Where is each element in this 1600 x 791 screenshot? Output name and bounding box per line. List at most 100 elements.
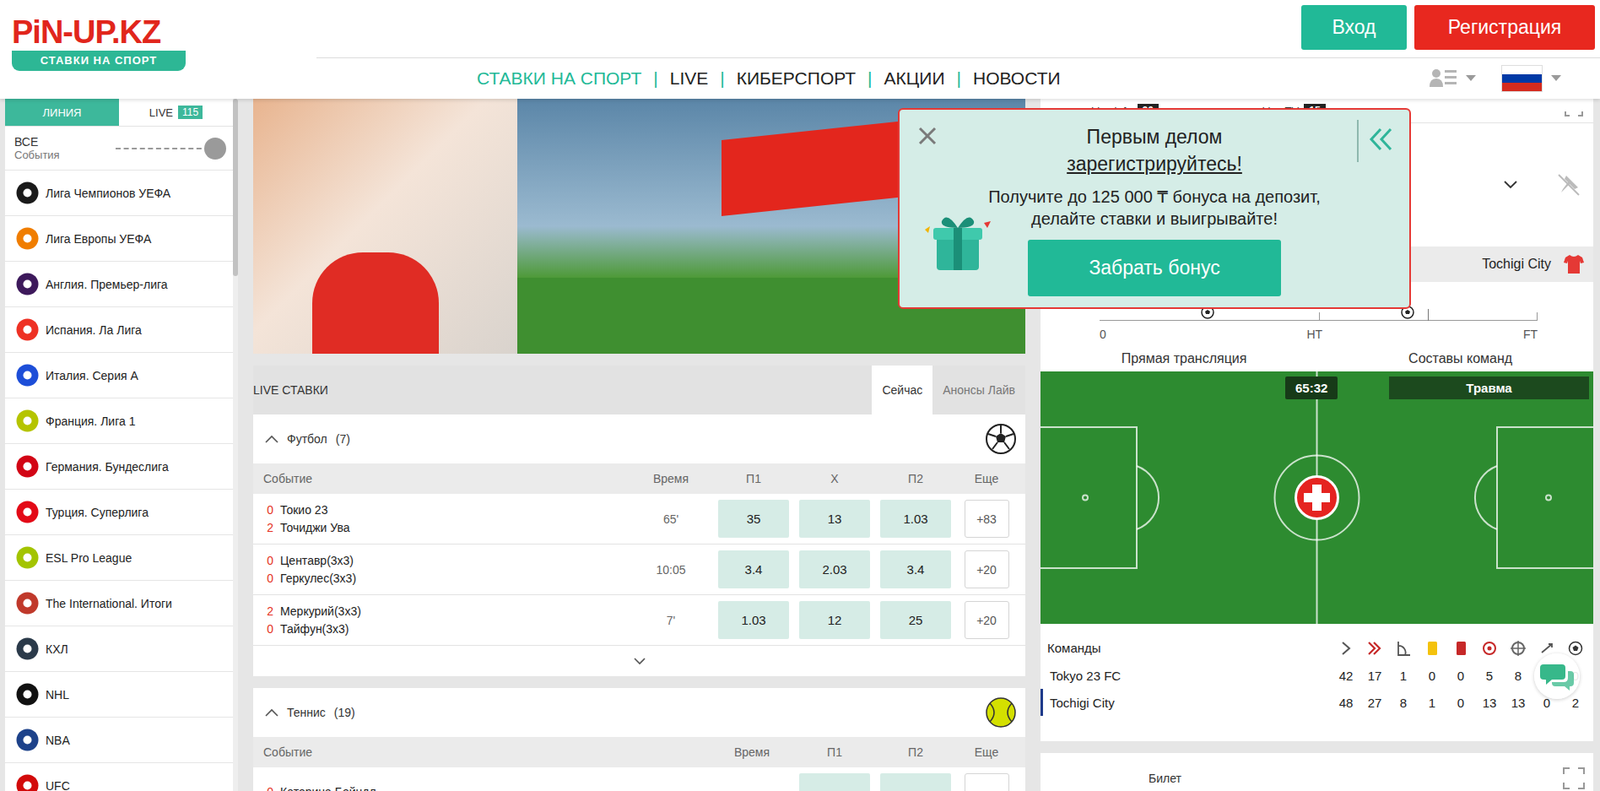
odds-button[interactable] xyxy=(799,772,871,791)
league-icon xyxy=(14,407,41,434)
match-links: Прямая трансляция Составы команд xyxy=(1040,345,1594,372)
logo[interactable]: PiN-UP.KZСТАВКИ НА СПОРТ xyxy=(0,0,317,99)
nav-item[interactable]: LIVE xyxy=(670,68,709,89)
popup-title: Первым делом xyxy=(1086,123,1223,151)
live-tab[interactable]: Анонсы Лайв xyxy=(932,365,1026,415)
chevron-down-icon xyxy=(633,657,646,665)
league-item[interactable]: Лига Чемпионов УЕФА xyxy=(5,170,233,217)
odds-button[interactable]: 12 xyxy=(799,600,871,639)
odds-button[interactable]: 3.4 xyxy=(718,550,790,589)
league-item[interactable]: NHL xyxy=(5,671,233,718)
sport-header[interactable]: Теннис(19) xyxy=(253,687,1026,737)
stats-row[interactable]: Tochigi City4827810131302 xyxy=(1040,688,1594,716)
register-link[interactable]: зарегистрируйтесь! xyxy=(1066,150,1243,178)
account-menu[interactable] xyxy=(1428,66,1476,91)
slider-knob[interactable] xyxy=(204,137,227,160)
event-row[interactable]: 0Токио 232Точиджи Ува65'35131.03+83 xyxy=(253,493,1026,545)
events-filter: ВСЕСобытия xyxy=(5,126,233,171)
league-item[interactable]: Англия. Премьер-лига xyxy=(5,261,233,308)
language-menu[interactable] xyxy=(1501,64,1562,92)
league-item[interactable]: КХЛ xyxy=(5,626,233,672)
russian-flag-icon xyxy=(1501,64,1543,92)
chat-button[interactable] xyxy=(1534,653,1580,699)
score: 0 xyxy=(263,501,274,519)
event-row[interactable]: 2Меркурий(3х3)0Тайфун(3х3)7'1.031225+20 xyxy=(253,594,1026,646)
table-header: СобытиеВремяП1П2Еще xyxy=(253,736,1026,768)
nav-item[interactable]: КИБЕРСПОРТ xyxy=(736,68,856,89)
league-item[interactable]: NBA xyxy=(5,717,233,763)
nav-separator: | xyxy=(956,68,962,89)
score: 0 xyxy=(263,569,274,588)
score: 2 xyxy=(263,518,274,537)
timeline-progress xyxy=(1427,308,1429,321)
odds-button[interactable]: 25 xyxy=(880,600,952,639)
sidebar-tab[interactable]: ЛИНИЯ xyxy=(5,98,119,127)
sport-header[interactable]: Футбол(7) xyxy=(253,414,1026,464)
league-item[interactable]: Турция. Суперлига xyxy=(5,489,233,536)
league-item[interactable]: The International. Итоги xyxy=(5,580,233,627)
league-item[interactable]: UFC xyxy=(5,762,233,791)
league-icon xyxy=(14,316,41,343)
collapse-icon[interactable] xyxy=(1368,126,1395,152)
event-row[interactable]: 0Катерина Бейндл xyxy=(253,767,1026,791)
login-button[interactable]: Вход xyxy=(1301,5,1407,50)
shirt-icon xyxy=(1562,253,1585,276)
pin-icon[interactable] xyxy=(1556,172,1582,198)
league-item[interactable]: Италия. Серия А xyxy=(5,352,233,399)
events-slider[interactable] xyxy=(115,136,227,161)
event-time: 65' xyxy=(628,512,714,526)
odds-button[interactable] xyxy=(880,772,952,791)
league-item[interactable]: Германия. Бундеслига xyxy=(5,443,233,490)
league-icon xyxy=(14,681,41,708)
nav-item[interactable]: СТАВКИ НА СПОРТ xyxy=(476,68,642,89)
score: 0 xyxy=(263,551,274,570)
league-item[interactable]: Испания. Ла Лига xyxy=(5,307,233,353)
ball-icon xyxy=(1567,640,1584,656)
shot-off-target-icon xyxy=(1510,640,1526,656)
more-markets-button[interactable] xyxy=(964,772,1010,791)
event-badge: Травма xyxy=(1389,376,1590,400)
sidebar-scrollbar[interactable] xyxy=(232,98,238,791)
pitch-icon xyxy=(1040,371,1594,624)
register-button[interactable]: Регистрация xyxy=(1414,5,1595,50)
fullscreen-icon[interactable] xyxy=(1562,767,1585,790)
league-item[interactable]: Франция. Лига 1 xyxy=(5,398,233,444)
more-markets-button[interactable]: +20 xyxy=(964,600,1010,639)
sidebar-tab[interactable]: LIVE115 xyxy=(118,98,233,127)
match-link[interactable]: Прямая трансляция xyxy=(1121,351,1248,367)
nav-item[interactable]: АКЦИИ xyxy=(884,68,946,89)
league-icon xyxy=(14,589,41,617)
fullscreen-icon[interactable] xyxy=(1564,104,1584,117)
live-bets-header: LIVE СТАВКИСейчасАнонсы Лайв xyxy=(253,365,1026,415)
claim-bonus-button[interactable]: Забрать бонус xyxy=(1027,239,1282,297)
more-markets-button[interactable]: +20 xyxy=(964,550,1010,589)
tennis-ball-icon xyxy=(984,696,1017,729)
live-tab[interactable]: Сейчас xyxy=(871,365,933,415)
event-row[interactable]: 0Центавр(3х3)0Геркулес(3х3)10:053.42.033… xyxy=(253,544,1026,595)
nav-item[interactable]: НОВОСТИ xyxy=(972,68,1061,89)
odds-button[interactable]: 13 xyxy=(799,499,871,538)
timeline-labels: 0HTFT xyxy=(1099,327,1538,341)
stats-row[interactable]: Tokyo 23 FC42171005800 xyxy=(1040,661,1594,689)
match-link[interactable]: Составы команд xyxy=(1408,351,1513,367)
league-item[interactable]: Лига Европы УЕФА xyxy=(5,216,233,262)
odds-button[interactable]: 35 xyxy=(718,499,790,538)
close-icon[interactable] xyxy=(918,126,937,146)
league-item[interactable]: ESL Pro League xyxy=(5,535,233,581)
odds-button[interactable]: 3.4 xyxy=(880,550,952,589)
league-icon xyxy=(14,635,41,662)
odds-button[interactable]: 1.03 xyxy=(718,600,790,639)
league-icon xyxy=(14,270,41,298)
more-markets-button[interactable]: +83 xyxy=(964,499,1010,538)
chevron-up-icon xyxy=(264,708,279,717)
league-icon xyxy=(14,772,41,791)
nav-separator: | xyxy=(719,68,725,89)
match-clock: 65:32 xyxy=(1285,376,1338,400)
odds-button[interactable]: 1.03 xyxy=(880,499,952,538)
league-icon xyxy=(14,362,41,389)
chevron-up-icon xyxy=(264,434,279,444)
chevron-down-icon[interactable] xyxy=(1503,180,1518,190)
odds-button[interactable]: 2.03 xyxy=(799,550,871,589)
show-more-button[interactable] xyxy=(253,645,1026,676)
yellow-card-icon xyxy=(1424,640,1440,656)
